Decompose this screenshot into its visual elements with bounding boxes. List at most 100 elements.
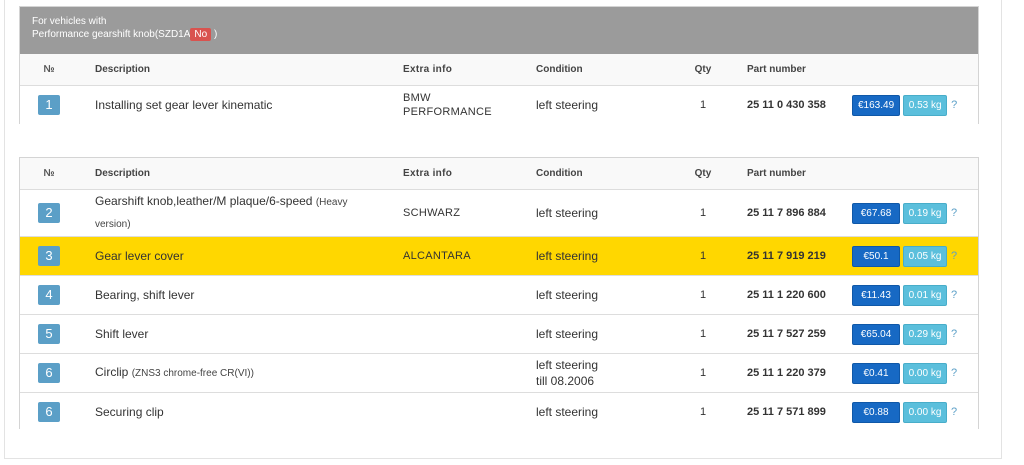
parts-panel-2: № Description Extra info Condition Qty P… bbox=[19, 157, 979, 431]
help-icon[interactable]: ? bbox=[951, 99, 957, 111]
row-number-badge: 1 bbox=[38, 95, 60, 115]
header-extra-info: Extra info bbox=[403, 63, 453, 75]
weight-badge: 0.05 kg bbox=[903, 245, 947, 267]
row-description: Circlip (ZNS3 chrome-free CR(VI)) bbox=[95, 354, 385, 392]
row-extra-info: SCHWARZ bbox=[403, 207, 461, 219]
row-part-number: 25 11 0 430 358 bbox=[747, 99, 826, 111]
price-button[interactable]: €11.43 bbox=[852, 284, 900, 306]
row-qty: 1 bbox=[699, 289, 707, 301]
table-row[interactable]: 5 Shift lever left steering 1 25 11 7 52… bbox=[20, 315, 978, 354]
parts-panel-1: For vehicles with Performance gearshift … bbox=[19, 6, 979, 124]
row-part-number: 25 11 7 919 219 bbox=[747, 250, 826, 262]
row-part-number: 25 11 7 571 899 bbox=[747, 406, 826, 418]
extra-line2: PERFORMANCE bbox=[403, 106, 492, 118]
header-no: № bbox=[43, 168, 55, 179]
description-text: Installing set gear lever kinematic bbox=[95, 97, 273, 112]
description-text: Gear lever cover bbox=[95, 248, 184, 263]
banner-line2-end: ) bbox=[213, 29, 218, 40]
table-header: № Description Extra info Condition Qty P… bbox=[20, 54, 978, 86]
row-description: Installing set gear lever kinematic bbox=[95, 86, 385, 124]
table-row[interactable]: 6 Circlip (ZNS3 chrome-free CR(VI)) left… bbox=[20, 354, 978, 393]
price-button[interactable]: €67.68 bbox=[852, 202, 900, 224]
help-icon[interactable]: ? bbox=[951, 250, 957, 262]
header-qty: Qty bbox=[694, 168, 712, 179]
help-icon[interactable]: ? bbox=[951, 289, 957, 301]
row-extra-info bbox=[403, 276, 523, 314]
help-icon[interactable]: ? bbox=[951, 207, 957, 219]
row-part-number: 25 11 7 527 259 bbox=[747, 328, 826, 340]
header-part-number: Part number bbox=[747, 168, 806, 179]
row-description: Securing clip bbox=[95, 393, 385, 431]
header-condition: Condition bbox=[536, 63, 583, 75]
row-extra-info bbox=[403, 393, 523, 431]
row-extra-info: ALCANTARA bbox=[403, 250, 471, 262]
row-extra-info bbox=[403, 315, 523, 353]
price-button[interactable]: €0.88 bbox=[852, 401, 900, 423]
banner-line2: Performance gearshift knob(SZD1A No ) bbox=[32, 28, 966, 41]
row-qty: 1 bbox=[699, 250, 707, 262]
row-condition: left steering bbox=[536, 206, 599, 220]
header-description: Description bbox=[95, 64, 151, 75]
row-extra-info: BMW PERFORMANCE bbox=[403, 86, 523, 124]
header-qty: Qty bbox=[694, 64, 712, 75]
table-row[interactable]: 6 Securing clip left steering 1 25 11 7 … bbox=[20, 393, 978, 431]
description-text: Gearshift knob,leather/M plaque/6-speed bbox=[95, 194, 313, 208]
row-qty: 1 bbox=[699, 207, 707, 219]
help-icon[interactable]: ? bbox=[951, 367, 957, 379]
header-condition: Condition bbox=[536, 167, 583, 179]
banner-line1: For vehicles with bbox=[32, 16, 107, 27]
weight-badge: 0.00 kg bbox=[903, 401, 947, 423]
help-icon[interactable]: ? bbox=[951, 328, 957, 340]
row-number-badge: 6 bbox=[38, 363, 60, 383]
row-qty: 1 bbox=[699, 328, 707, 340]
weight-badge: 0.29 kg bbox=[903, 323, 947, 345]
price-button[interactable]: €50.1 bbox=[852, 245, 900, 267]
row-number-badge: 4 bbox=[38, 285, 60, 305]
row-qty: 1 bbox=[699, 367, 707, 379]
header-part-number: Part number bbox=[747, 64, 806, 75]
header-extra-info: Extra info bbox=[403, 167, 453, 179]
row-description: Bearing, shift lever bbox=[95, 276, 385, 314]
description-note: (ZNS3 chrome-free CR(VI)) bbox=[131, 368, 254, 379]
extra-line1: BMW bbox=[403, 92, 431, 104]
row-qty: 1 bbox=[699, 406, 707, 418]
row-number-badge: 2 bbox=[38, 203, 60, 223]
condition-line2: till 08.2006 bbox=[536, 374, 595, 388]
row-condition: left steering bbox=[536, 327, 599, 341]
price-button[interactable]: €0.41 bbox=[852, 362, 900, 384]
row-extra-info bbox=[403, 354, 523, 392]
condition-line1: left steering bbox=[536, 358, 599, 372]
table-header: № Description Extra info Condition Qty P… bbox=[20, 158, 978, 190]
row-condition: left steering bbox=[536, 405, 599, 419]
row-condition: left steering till 08.2006 bbox=[536, 354, 646, 392]
row-number-badge: 5 bbox=[38, 324, 60, 344]
row-part-number: 25 11 1 220 600 bbox=[747, 289, 826, 301]
header-no: № bbox=[43, 64, 55, 75]
weight-badge: 0.53 kg bbox=[903, 94, 948, 116]
table-row[interactable]: 1 Installing set gear lever kinematic BM… bbox=[20, 86, 978, 124]
row-condition: left steering bbox=[536, 249, 599, 263]
row-number-badge: 6 bbox=[38, 402, 60, 422]
header-description: Description bbox=[95, 168, 151, 179]
description-text: Bearing, shift lever bbox=[95, 287, 195, 302]
row-number-badge: 3 bbox=[38, 246, 60, 266]
table-row[interactable]: 4 Bearing, shift lever left steering 1 2… bbox=[20, 276, 978, 315]
help-icon[interactable]: ? bbox=[951, 406, 957, 418]
row-qty: 1 bbox=[699, 99, 707, 111]
price-button[interactable]: €163.49 bbox=[852, 94, 901, 116]
description-text: Shift lever bbox=[95, 326, 149, 341]
row-description: Gearshift knob,leather/M plaque/6-speed … bbox=[95, 190, 385, 236]
weight-badge: 0.00 kg bbox=[903, 362, 947, 384]
description-text: Securing clip bbox=[95, 404, 164, 419]
price-button[interactable]: €65.04 bbox=[852, 323, 900, 345]
row-condition: left steering bbox=[536, 98, 599, 112]
banner-line2-text: Performance gearshift knob(SZD1A bbox=[32, 29, 191, 40]
row-condition: left steering bbox=[536, 288, 599, 302]
description-text: Circlip bbox=[95, 365, 129, 379]
row-part-number: 25 11 1 220 379 bbox=[747, 367, 826, 379]
table-row-highlighted[interactable]: 3 Gear lever cover ALCANTARA left steeri… bbox=[20, 237, 978, 276]
table-row[interactable]: 2 Gearshift knob,leather/M plaque/6-spee… bbox=[20, 190, 978, 237]
weight-badge: 0.01 kg bbox=[903, 284, 947, 306]
row-part-number: 25 11 7 896 884 bbox=[747, 207, 826, 219]
no-badge: No bbox=[190, 28, 212, 41]
